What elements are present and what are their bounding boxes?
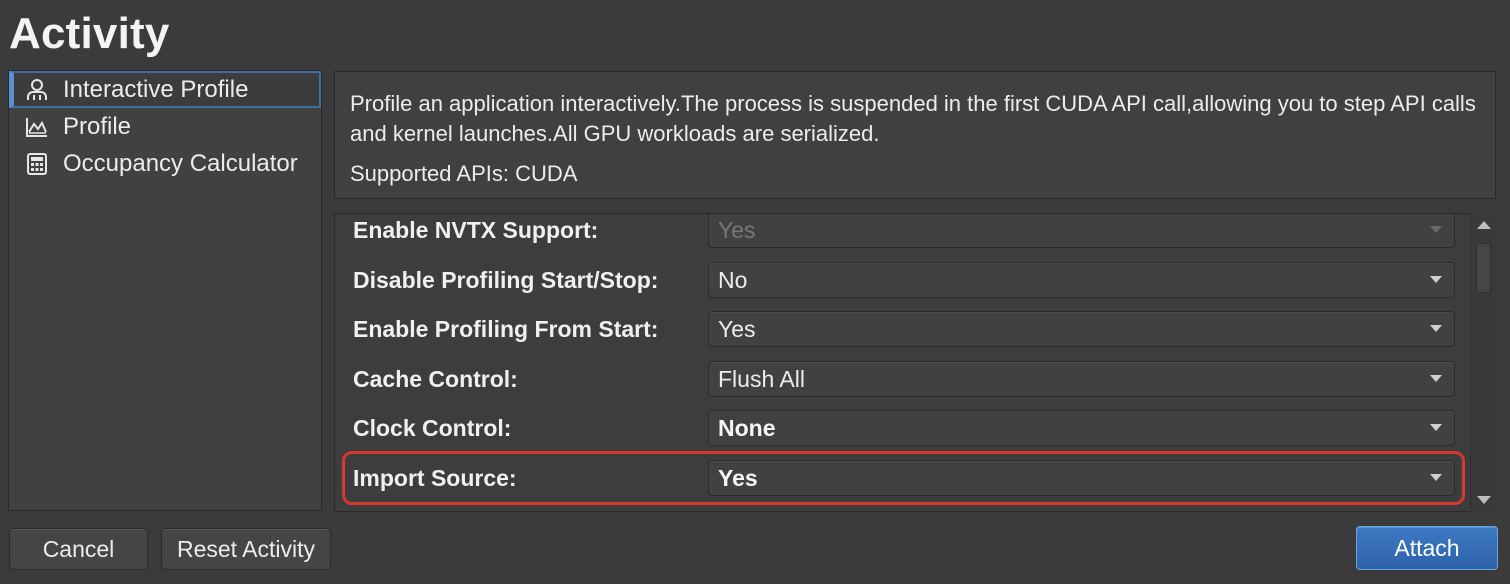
setting-row-disable-start-stop: Disable Profiling Start/Stop: No	[335, 255, 1470, 305]
person-icon	[25, 78, 49, 102]
chevron-down-icon	[1430, 226, 1442, 233]
dropdown-value: None	[718, 414, 776, 441]
chart-icon	[25, 115, 49, 139]
cancel-button[interactable]: Cancel	[9, 528, 148, 570]
dropdown-value: Yes	[718, 315, 756, 342]
sidebar-item-interactive-profile[interactable]: Interactive Profile	[9, 71, 321, 108]
setting-label: Enable NVTX Support:	[353, 216, 599, 243]
sidebar-item-label: Occupancy Calculator	[63, 149, 298, 177]
dropdown-value: Flush All	[718, 365, 805, 392]
chevron-down-icon	[1430, 276, 1442, 283]
setting-label: Clock Control:	[353, 414, 512, 441]
setting-label: Cache Control:	[353, 365, 518, 392]
sidebar-item-occupancy-calculator[interactable]: Occupancy Calculator	[9, 145, 321, 182]
page-title: Activity	[9, 9, 170, 58]
chevron-down-icon	[1430, 424, 1442, 431]
setting-row-nvtx: Enable NVTX Support: Yes	[335, 214, 1470, 255]
setting-label: Import Source:	[353, 464, 517, 491]
chevron-down-icon	[1430, 474, 1442, 481]
setting-row-cache-control: Cache Control: Flush All	[335, 354, 1470, 404]
calculator-icon	[25, 152, 49, 176]
activity-sidebar: Interactive Profile Profile Occupancy Ca…	[8, 70, 322, 511]
enable-profiling-from-start-dropdown[interactable]: Yes	[708, 311, 1455, 347]
dropdown-value: Yes	[718, 216, 756, 243]
activity-description: Profile an application interactively.The…	[334, 71, 1496, 199]
sidebar-item-label: Interactive Profile	[63, 75, 249, 103]
activity-dialog: Activity Interactive Profile Profile Occ…	[0, 0, 1510, 584]
clock-control-dropdown[interactable]: None	[708, 410, 1455, 446]
sidebar-item-label: Profile	[63, 112, 132, 140]
dropdown-value: Yes	[718, 464, 758, 491]
scrollbar-thumb[interactable]	[1476, 243, 1491, 293]
settings-scrollbar[interactable]	[1470, 213, 1496, 512]
description-text: Profile an application interactively.The…	[350, 91, 1476, 146]
settings-panel: Enable NVTX Support: Yes Disable Profili…	[334, 213, 1496, 512]
sidebar-item-profile[interactable]: Profile	[9, 108, 321, 145]
scroll-up-icon[interactable]	[1477, 221, 1491, 229]
nvtx-support-dropdown[interactable]: Yes	[708, 214, 1455, 248]
chevron-down-icon	[1430, 325, 1442, 332]
setting-label: Enable Profiling From Start:	[353, 315, 659, 342]
setting-label: Disable Profiling Start/Stop:	[353, 266, 659, 293]
import-source-dropdown[interactable]: Yes	[708, 460, 1455, 496]
disable-profiling-start-stop-dropdown[interactable]: No	[708, 262, 1455, 298]
reset-activity-button[interactable]: Reset Activity	[161, 528, 331, 570]
attach-button[interactable]: Attach	[1356, 526, 1498, 570]
cache-control-dropdown[interactable]: Flush All	[708, 361, 1455, 397]
chevron-down-icon	[1430, 375, 1442, 382]
setting-row-profiling-from-start: Enable Profiling From Start: Yes	[335, 304, 1470, 354]
setting-row-import-source: Import Source: Yes	[335, 453, 1470, 503]
setting-row-clock-control: Clock Control: None	[335, 403, 1470, 453]
scroll-down-icon[interactable]	[1477, 496, 1491, 504]
supported-apis: Supported APIs: CUDA	[350, 161, 578, 186]
dropdown-value: No	[718, 266, 748, 293]
